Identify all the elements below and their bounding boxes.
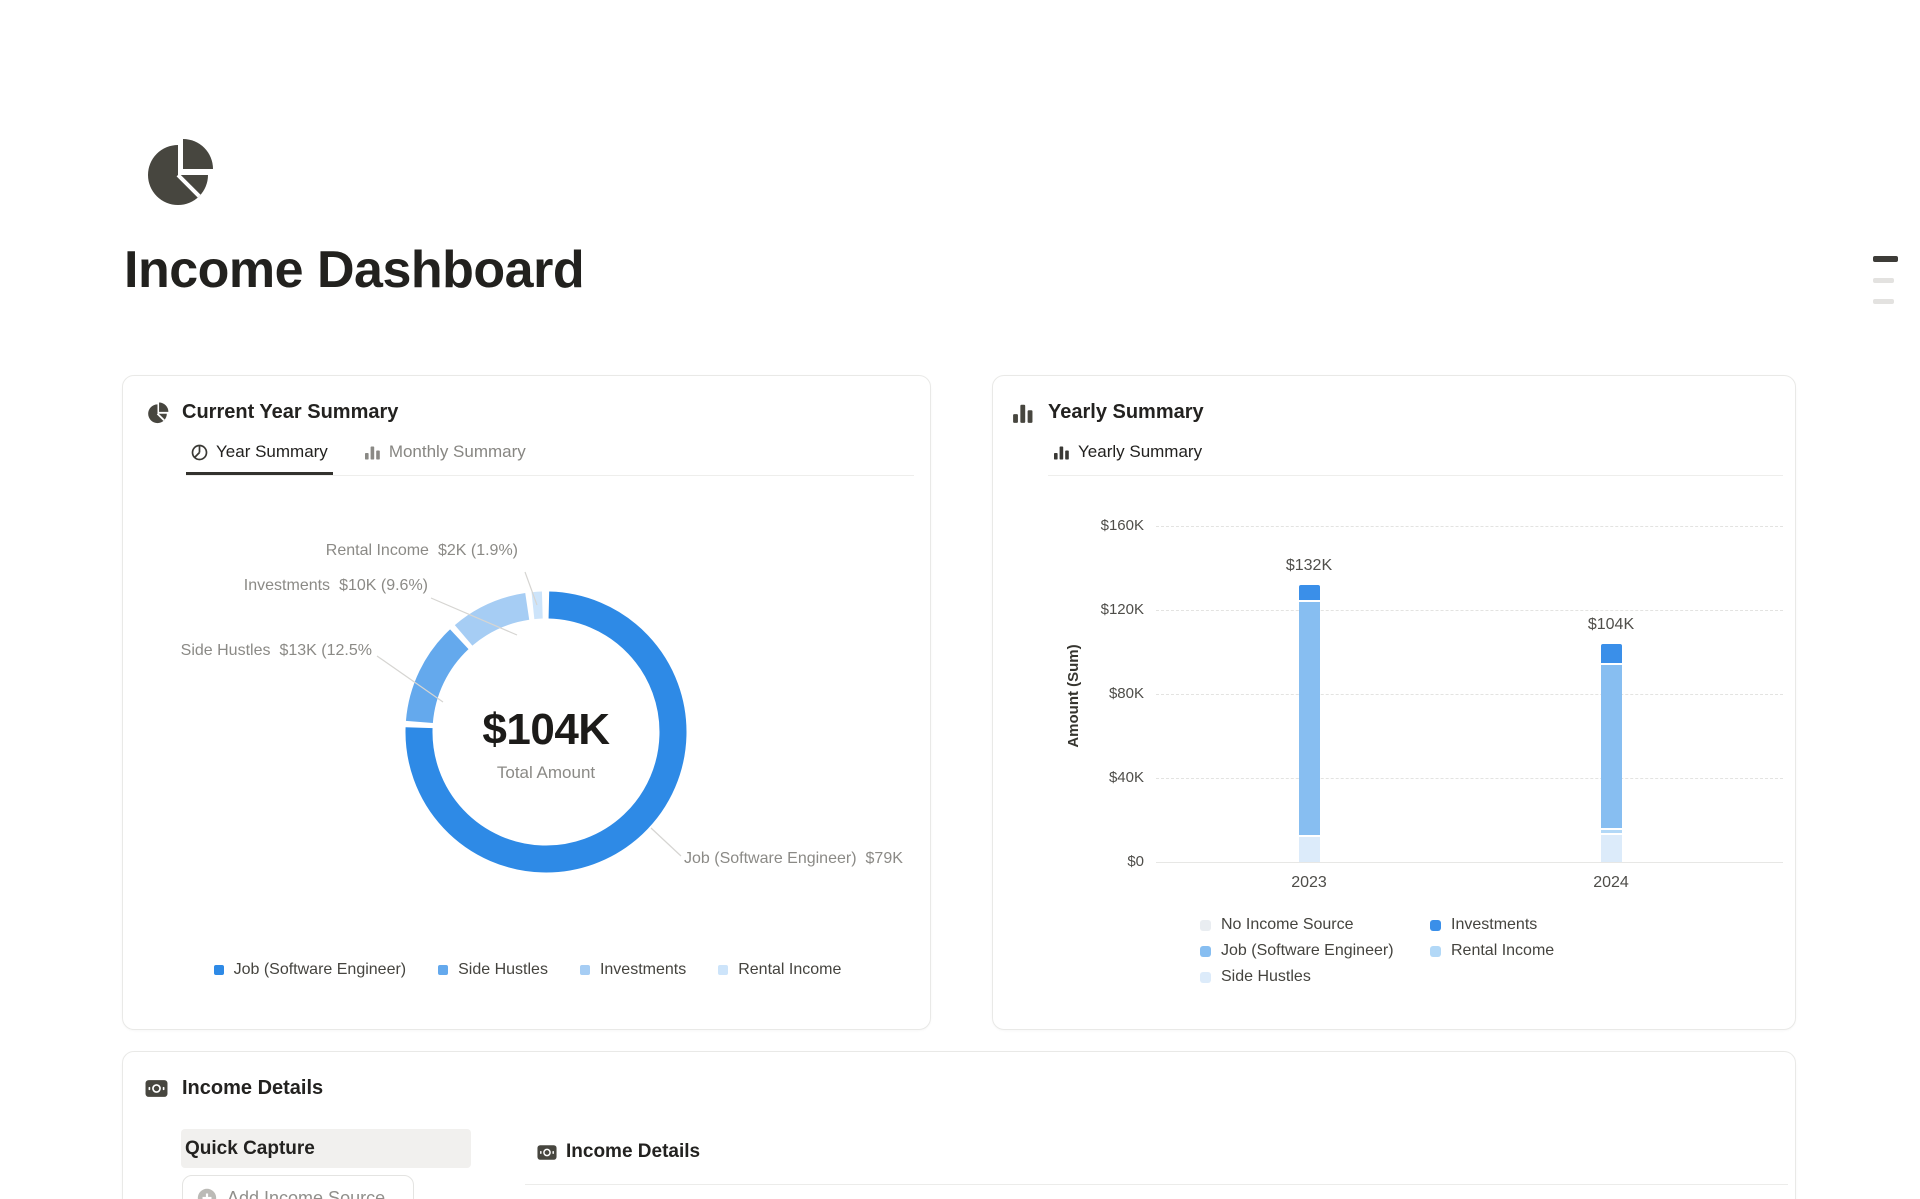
y-tick-label: $0	[1074, 853, 1144, 870]
bar-total-label: $132K	[1269, 557, 1349, 575]
tab-year-summary[interactable]: Year Summary	[186, 436, 333, 475]
bar-chart-icon	[364, 444, 381, 461]
legend-item: Rental Income	[1430, 942, 1554, 960]
pie-outline-icon	[191, 444, 208, 461]
pie-chart-icon	[146, 401, 169, 424]
card-header: Income Details	[145, 1077, 323, 1100]
donut-center: $104K Total Amount	[396, 705, 696, 783]
income-details-subheader: Income Details	[537, 1141, 700, 1163]
y-tick-label: $80K	[1074, 685, 1144, 702]
y-tick-label: $120K	[1074, 601, 1144, 618]
bar-total-label: $104K	[1571, 616, 1651, 634]
legend-swatch	[1430, 946, 1441, 957]
divider	[525, 1184, 1788, 1185]
legend-swatch	[1200, 946, 1211, 957]
donut-callout: Rental Income$2K (1.9%)	[326, 542, 518, 560]
donut-slice-3[interactable]	[464, 606, 528, 635]
legend-item: Rental Income	[718, 961, 841, 979]
outline-indicator	[1873, 256, 1899, 320]
legend-swatch	[1200, 972, 1211, 983]
legend-item: Side Hustles	[438, 961, 548, 979]
legend-swatch	[580, 965, 590, 975]
legend-swatch	[214, 965, 224, 975]
subheader-title: Income Details	[566, 1141, 700, 1163]
bar-segment[interactable]	[1299, 585, 1320, 602]
y-tick-label: $160K	[1074, 517, 1144, 534]
legend-swatch	[1200, 920, 1211, 931]
bar-segment[interactable]	[1601, 665, 1622, 831]
gridline	[1156, 694, 1783, 695]
gridline	[1156, 610, 1783, 611]
outline-item[interactable]	[1873, 278, 1894, 283]
stacked-bar-chart: Amount (Sum) No Income SourceJob (Softwa…	[993, 376, 1797, 1031]
bar-segment[interactable]	[1299, 837, 1320, 862]
summary-tabs: Year Summary Monthly Summary	[186, 436, 914, 476]
legend-swatch	[718, 965, 728, 975]
tab-label: Year Summary	[216, 442, 328, 462]
gridline	[1156, 862, 1783, 863]
legend-item: Job (Software Engineer)	[1200, 942, 1394, 960]
legend-item: Side Hustles	[1200, 968, 1394, 986]
card-title: Income Details	[182, 1077, 323, 1100]
total-amount-label: Total Amount	[396, 763, 696, 783]
pie-chart-page-icon[interactable]	[141, 134, 215, 208]
outline-item[interactable]	[1873, 299, 1894, 304]
donut-callout: Side Hustles$13K (12.5%	[181, 642, 372, 660]
card-title: Current Year Summary	[182, 401, 398, 424]
y-tick-label: $40K	[1074, 769, 1144, 786]
donut-callout: Job (Software Engineer)$79K	[684, 850, 903, 868]
yearly-summary-card: Yearly Summary Yearly Summary Amount (Su…	[992, 375, 1796, 1030]
donut-callout: Investments$10K (9.6%)	[244, 577, 428, 595]
bar-legend-column: Investments Rental Income	[1430, 916, 1554, 960]
x-category-label: 2023	[1269, 874, 1349, 892]
legend-item: No Income Source	[1200, 916, 1394, 934]
donut-slice-4[interactable]	[533, 605, 542, 606]
legend-swatch	[1430, 920, 1441, 931]
outline-item[interactable]	[1873, 256, 1898, 262]
legend-item: Investments	[580, 961, 686, 979]
legend-item: Investments	[1430, 916, 1554, 934]
gridline	[1156, 526, 1783, 527]
add-income-source-label: Add Income Source	[227, 1188, 385, 1199]
current-year-summary-card: Current Year Summary Year Summary	[122, 375, 931, 1030]
legend-swatch	[438, 965, 448, 975]
banknote-icon	[537, 1144, 557, 1161]
x-category-label: 2024	[1571, 874, 1651, 892]
stacked-bar-2024[interactable]	[1601, 644, 1622, 862]
bar-segment[interactable]	[1299, 602, 1320, 837]
bar-segment[interactable]	[1601, 835, 1622, 862]
income-details-card: Income Details Quick Capture Add Income …	[122, 1051, 1796, 1199]
quick-capture-toggle[interactable]: Quick Capture	[181, 1129, 471, 1168]
gridline	[1156, 778, 1783, 779]
tab-label: Monthly Summary	[389, 442, 526, 462]
plus-circle-icon	[197, 1188, 217, 1199]
stacked-bar-2023[interactable]	[1299, 585, 1320, 862]
page-title: Income Dashboard	[124, 240, 584, 300]
card-header: Current Year Summary	[146, 401, 398, 424]
legend-item: Job (Software Engineer)	[214, 961, 407, 979]
add-income-source-button[interactable]: Add Income Source	[182, 1175, 414, 1199]
banknote-icon	[145, 1079, 168, 1098]
income-dashboard-page: Income Dashboard Current Year Summary	[0, 0, 1920, 1199]
donut-legend: Job (Software Engineer) Side Hustles Inves…	[123, 961, 932, 979]
bar-legend-column: No Income Source Job (Software Engineer) S…	[1200, 916, 1394, 986]
quick-capture-label: Quick Capture	[185, 1138, 315, 1160]
tab-monthly-summary[interactable]: Monthly Summary	[359, 436, 531, 475]
bar-segment[interactable]	[1601, 644, 1622, 665]
total-amount-value: $104K	[396, 705, 696, 755]
